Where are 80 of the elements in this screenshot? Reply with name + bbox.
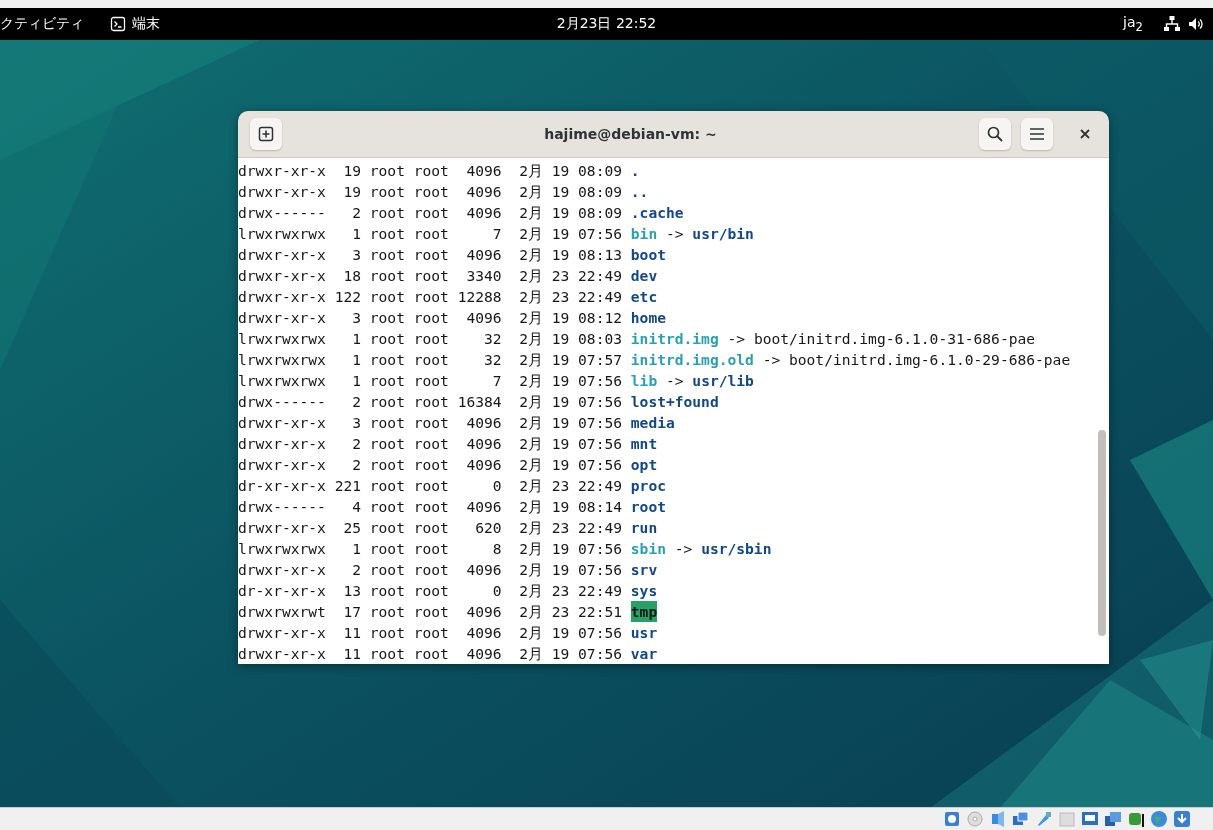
file-details: lrwxrwxrwx 1 root root 8 2月 19 07:56 (238, 539, 623, 559)
scrollbar-thumb[interactable] (1098, 430, 1106, 636)
search-icon (987, 126, 1003, 142)
file-details: drwxr-xr-x 19 root root 4096 2月 19 08:09 (238, 161, 623, 181)
close-icon (1080, 129, 1090, 139)
search-button[interactable] (979, 118, 1011, 150)
network-icon[interactable] (1163, 15, 1181, 33)
file-details: drwx------ 2 root root 4096 2月 19 08:09 (238, 203, 623, 223)
file-details: lrwxrwxrwx 1 root root 7 2月 19 07:56 (238, 371, 623, 391)
file-details: drwxr-xr-x 3 root root 4096 2月 19 08:12 (238, 308, 623, 328)
file-name: .. (630, 182, 649, 202)
file-details: drwx------ 2 root root 16384 2月 19 07:56 (238, 392, 623, 412)
file-details: drwxr-xr-x 19 root root 4096 2月 19 08:09 (238, 182, 623, 202)
file-name: dev (630, 266, 658, 286)
clock[interactable]: 2月23日 22:52 (556, 15, 657, 33)
file-details: drwxr-xr-x 25 root root 620 2月 23 22:49 (238, 518, 623, 538)
file-name: initrd.img.old (630, 350, 754, 370)
file-details: drwxr-xr-x 3 root root 4096 2月 19 07:56 (238, 413, 623, 433)
network-adapter-icon (1012, 810, 1030, 828)
file-name: .cache (630, 203, 684, 223)
file-details: drwxr-xr-x 11 root root 4096 2月 19 07:56 (238, 623, 623, 643)
window-title: hajime@debian-vm: ~ (543, 126, 718, 142)
terminal-icon (110, 16, 126, 32)
file-name: home (630, 308, 666, 328)
link-target: usr/lib (692, 371, 754, 391)
link-arrow: -> (666, 224, 684, 244)
file-name: boot (630, 245, 666, 265)
link-arrow: -> (666, 371, 684, 391)
windows-icon (1104, 810, 1122, 828)
file-name: var (630, 644, 658, 664)
file-details: drwxr-xr-x 2 root root 4096 2月 19 07:56 (238, 455, 623, 475)
link-arrow: -> (762, 350, 781, 370)
file-name: srv (630, 560, 658, 580)
file-name: initrd.img (630, 329, 719, 349)
file-name: run (630, 518, 658, 538)
file-details: drwxr-xr-x 18 root root 3340 2月 23 22:49 (238, 266, 623, 286)
file-details: drwxr-xr-x 3 root root 4096 2月 19 08:13 (238, 245, 623, 265)
file-details: drwx------ 4 root root 4096 2月 19 08:14 (238, 497, 623, 517)
globe-icon (1150, 810, 1168, 828)
file-details: lrwxrwxrwx 1 root root 7 2月 19 07:56 (238, 224, 623, 244)
file-details: lrwxrwxrwx 1 root root 32 2月 19 08:03 (238, 329, 623, 349)
link-arrow: -> (674, 539, 693, 559)
file-name: usr (630, 623, 658, 643)
file-details: drwxr-xr-x 11 root root 4096 2月 19 07:56 (238, 644, 623, 664)
disc-icon (966, 810, 984, 828)
plus-icon (258, 126, 274, 142)
file-details: lrwxrwxrwx 1 root root 32 2月 19 07:57 (238, 350, 623, 370)
file-name: bin (630, 224, 658, 244)
link-target: boot/initrd.img-6.1.0-29-686-pae (789, 350, 1071, 370)
file-details: drwxr-xr-x 122 root root 12288 2月 23 22:49 (238, 287, 623, 307)
file-details: dr-xr-xr-x 13 root root 0 2月 23 22:49 (238, 581, 623, 601)
file-name: sys (630, 581, 658, 601)
new-tab-button[interactable] (250, 118, 282, 150)
file-details: dr-xr-xr-x 221 root root 0 2月 23 22:49 (238, 476, 623, 496)
audio-icon (989, 810, 1007, 828)
menu-button[interactable] (1021, 118, 1053, 150)
file-name: lib (630, 371, 658, 391)
activities-button[interactable]: クティビティ (0, 15, 84, 33)
file-details: drwxrwxrwt 17 root root 4096 2月 23 22:51 (238, 602, 623, 622)
file-details: drwxr-xr-x 2 root root 4096 2月 19 07:56 (238, 560, 623, 580)
file-name: mnt (630, 434, 658, 454)
file-name: proc (630, 476, 666, 496)
link-target: usr/bin (692, 224, 754, 244)
menu-icon (1029, 127, 1045, 141)
file-details: drwxr-xr-x 2 root root 4096 2月 19 07:56 (238, 434, 623, 454)
link-arrow: -> (727, 329, 746, 349)
file-name: . (630, 161, 640, 181)
input-method-indicator[interactable]: ja$_{2}$ (1123, 14, 1143, 34)
file-name: opt (630, 455, 658, 475)
file-name: root (630, 497, 666, 517)
file-name: sbin (630, 539, 666, 559)
display-icon (1081, 810, 1099, 828)
file-name: media (630, 413, 675, 433)
file-name: lost+found (630, 392, 719, 412)
file-name: tmp (630, 601, 658, 622)
link-target: boot/initrd.img-6.1.0-31-686-pae (753, 329, 1036, 349)
link-target: usr/sbin (701, 539, 772, 559)
download-icon (1173, 810, 1191, 828)
file-name: etc (630, 287, 658, 307)
app-menu[interactable]: 端末 (132, 15, 160, 33)
